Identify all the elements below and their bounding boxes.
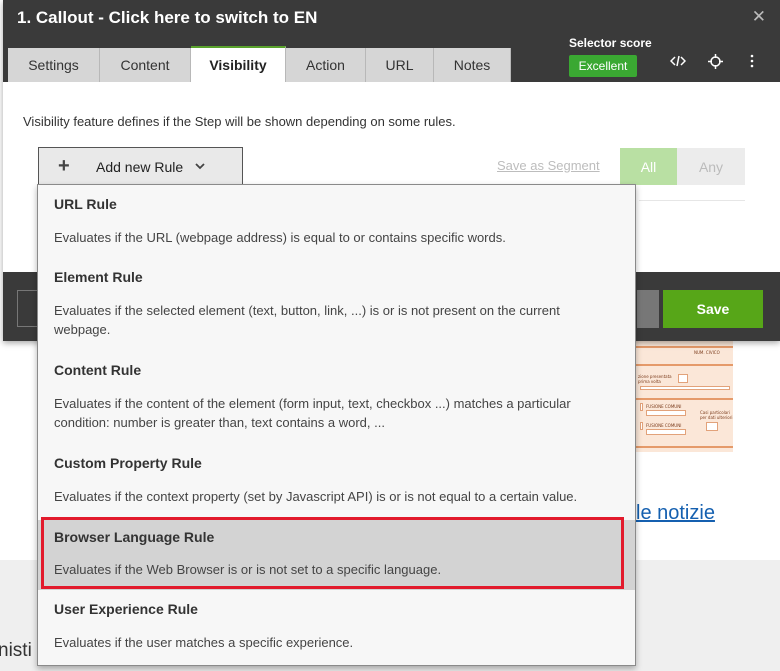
rule-option-content[interactable]: Content Rule Evaluates if the content of… [38,351,635,445]
selector-score-badge: Excellent [569,55,637,77]
tab-bar: Settings Content Visibility Action URL N… [8,46,511,82]
tab-settings[interactable]: Settings [8,48,100,82]
chevron-down-icon [195,161,205,173]
host-footer-text: nisti [0,640,32,661]
rule-description: Evaluates if the context property (set b… [54,489,578,504]
rule-title: User Experience Rule [54,601,198,617]
document-thumbnail: NUM. CIVICO zione presentata prima volta… [636,340,733,452]
rule-description: Evaluates if the Web Browser is or is no… [54,562,442,577]
doc-label: prima volta [638,379,661,384]
toggle-any-button[interactable]: Any [677,148,745,185]
rule-option-browser-language[interactable]: Browser Language Rule Evaluates if the W… [38,520,635,590]
add-rule-dropdown: URL Rule Evaluates if the URL (webpage a… [37,184,636,666]
add-rule-label: Add new Rule [96,158,184,175]
tab-notes[interactable]: Notes [434,48,511,82]
step-title[interactable]: 1. Callout - Click here to switch to EN [17,8,317,28]
doc-label: per dati ulteriori [700,415,733,420]
panel-header: 1. Callout - Click here to switch to EN … [3,0,780,82]
code-icon[interactable] [669,54,687,72]
tab-url[interactable]: URL [366,48,434,82]
doc-label: FUSIONE COMUNI [646,423,682,428]
tab-visibility[interactable]: Visibility [191,46,286,82]
rule-option-user-experience[interactable]: User Experience Rule Evaluates if the us… [38,590,635,665]
doc-label: NUM. CIVICO [694,350,720,355]
rule-description: Evaluates if the user matches a specific… [54,635,354,650]
news-link[interactable]: le notizie [636,502,715,525]
close-icon[interactable]: ✕ [752,7,766,27]
rule-title: Browser Language Rule [54,529,215,545]
rule-title: Content Rule [54,362,142,378]
target-icon[interactable] [708,54,723,73]
rule-option-element[interactable]: Element Rule Evaluates if the selected e… [38,257,635,351]
rule-option-url[interactable]: URL Rule Evaluates if the URL (webpage a… [38,185,635,257]
toggle-all-button[interactable]: All [620,148,677,185]
rule-title: URL Rule [54,196,117,212]
doc-label: FUSIONE COMUNI [646,404,682,409]
visibility-description: Visibility feature defines if the Step w… [23,114,456,129]
rule-description: Evaluates if the content of the element … [54,396,571,430]
divider [639,200,745,201]
rule-option-custom-property[interactable]: Custom Property Rule Evaluates if the co… [38,445,635,518]
save-as-segment-link[interactable]: Save as Segment [497,158,600,173]
rule-description: Evaluates if the URL (webpage address) i… [54,230,506,245]
rule-title: Element Rule [54,269,143,285]
selector-score-label: Selector score [569,36,652,50]
more-vertical-icon[interactable] [750,54,754,72]
rule-description: Evaluates if the selected element (text,… [54,303,560,337]
save-button[interactable]: Save [663,290,763,328]
tab-action[interactable]: Action [286,48,366,82]
plus-icon: + [58,155,70,177]
tab-content[interactable]: Content [100,48,191,82]
rule-title: Custom Property Rule [54,455,202,471]
add-new-rule-button[interactable]: + Add new Rule [38,147,243,185]
footer-secondary-button[interactable] [637,290,659,328]
